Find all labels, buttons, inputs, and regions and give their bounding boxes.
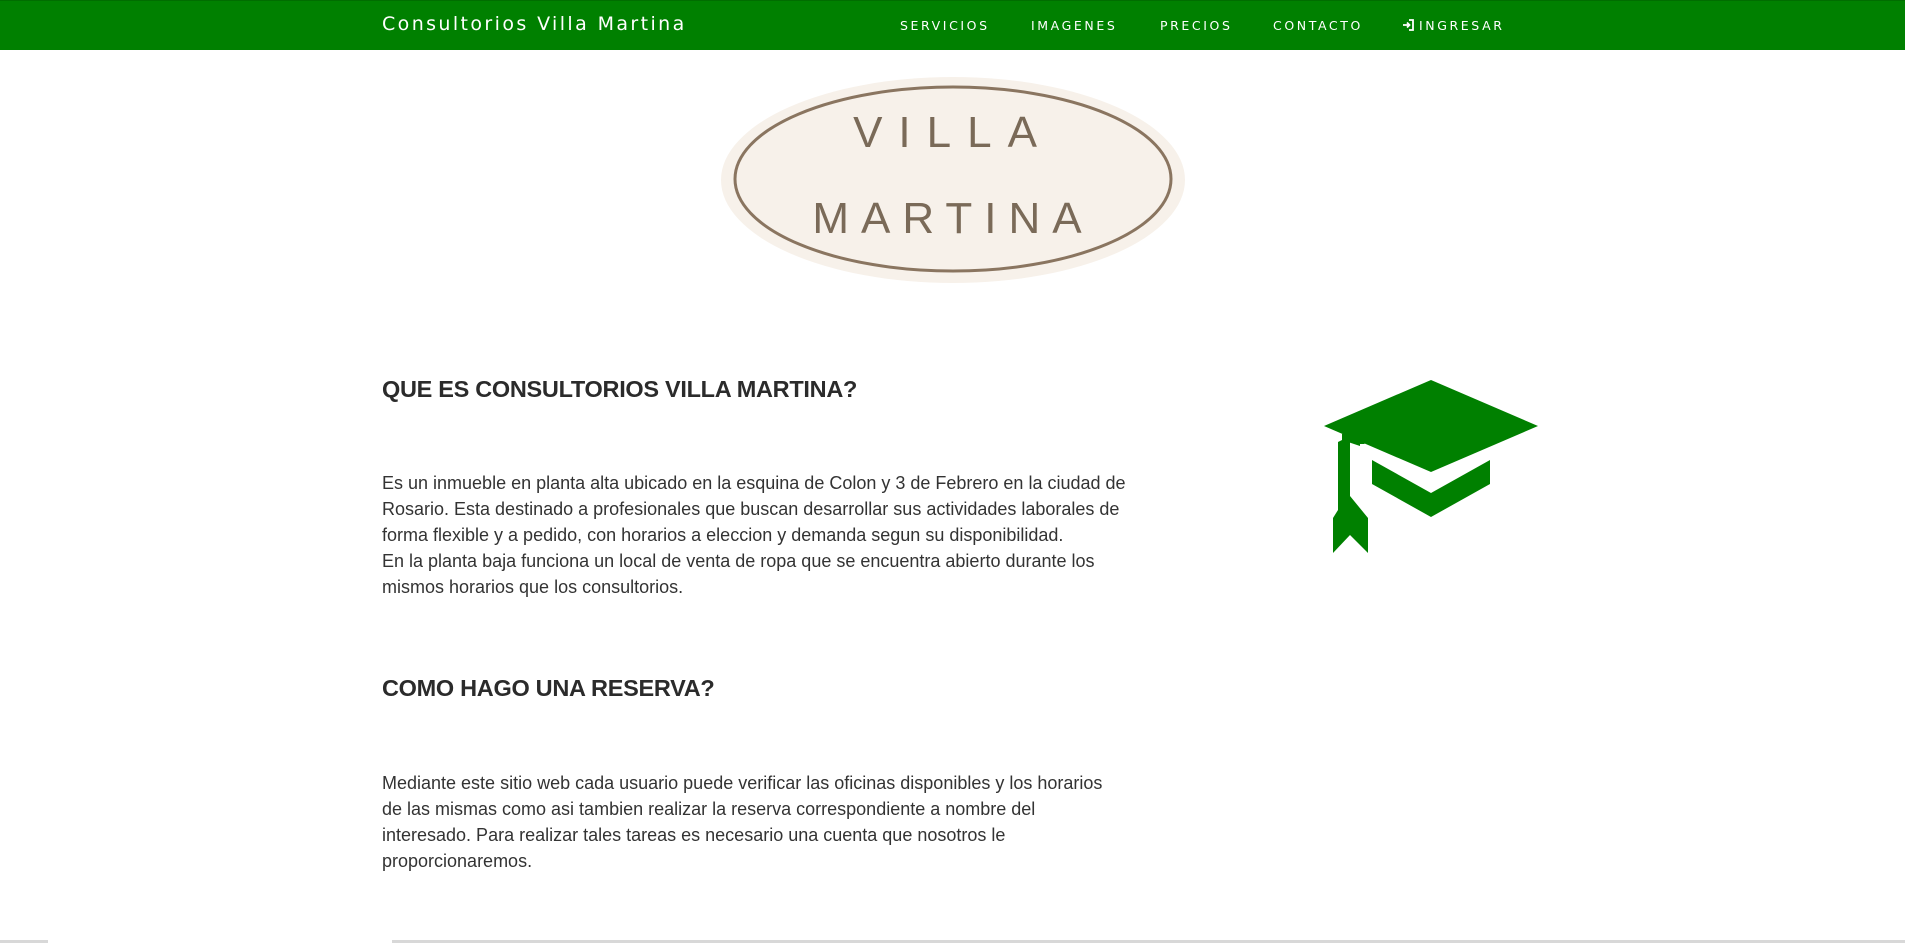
paragraph-line: Rosario. Esta destinado a profesionales … <box>382 499 1120 519</box>
top-navbar: Consultorios Villa Martina SERVICIOS IMA… <box>0 0 1905 50</box>
nav-link-ingresar-label: INGRESAR <box>1419 18 1505 33</box>
graduation-cap-icon <box>1324 380 1538 553</box>
paragraph-line: interesado. Para realizar tales tareas e… <box>382 825 1006 845</box>
paragraph-line: proporcionaremos. <box>382 851 533 871</box>
site-brand[interactable]: Consultorios Villa Martina <box>382 13 687 35</box>
section-text-about: Es un inmueble en planta alta ubicado en… <box>382 470 1142 600</box>
nav-link-contacto[interactable]: CONTACTO <box>1273 18 1363 33</box>
section-text-reservation: Mediante este sitio web cada usuario pue… <box>382 770 1142 874</box>
logo-text-villa: VILLA <box>853 108 1053 157</box>
section-title-reservation: COMO HAGO UNA RESERVA? <box>382 675 715 701</box>
nav-link-ingresar[interactable]: INGRESAR <box>1402 18 1505 33</box>
paragraph-line: forma flexible y a pedido, con horarios … <box>382 525 1064 545</box>
sign-in-icon <box>1403 19 1414 31</box>
nav-link-servicios[interactable]: SERVICIOS <box>900 18 990 33</box>
nav-link-precios[interactable]: PRECIOS <box>1160 18 1233 33</box>
paragraph-line: mismos horarios que los consultorios. <box>382 577 684 597</box>
paragraph-line: En la planta baja funciona un local de v… <box>382 551 1095 571</box>
nav-link-imagenes[interactable]: IMAGENES <box>1031 18 1117 33</box>
paragraph-line: de las mismas como asi tambien realizar … <box>382 799 1036 819</box>
section-title-about: QUE ES CONSULTORIOS VILLA MARTINA? <box>382 376 858 402</box>
paragraph-line: Mediante este sitio web cada usuario pue… <box>382 773 1103 793</box>
villa-martina-logo: VILLA MARTINA <box>721 77 1185 283</box>
paragraph-line: Es un inmueble en planta alta ubicado en… <box>382 473 1126 493</box>
logo-text-martina: MARTINA <box>812 194 1093 243</box>
